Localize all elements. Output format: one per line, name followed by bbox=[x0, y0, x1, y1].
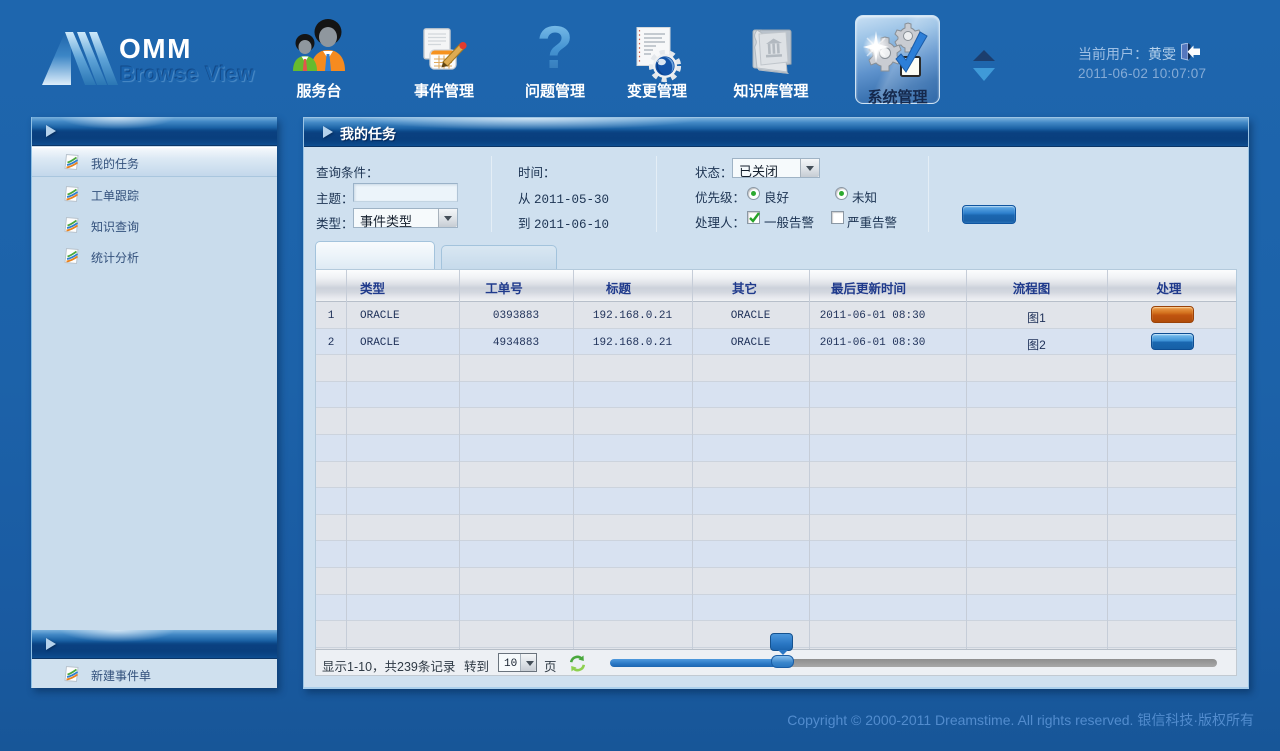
svg-text:?: ? bbox=[537, 20, 574, 78]
